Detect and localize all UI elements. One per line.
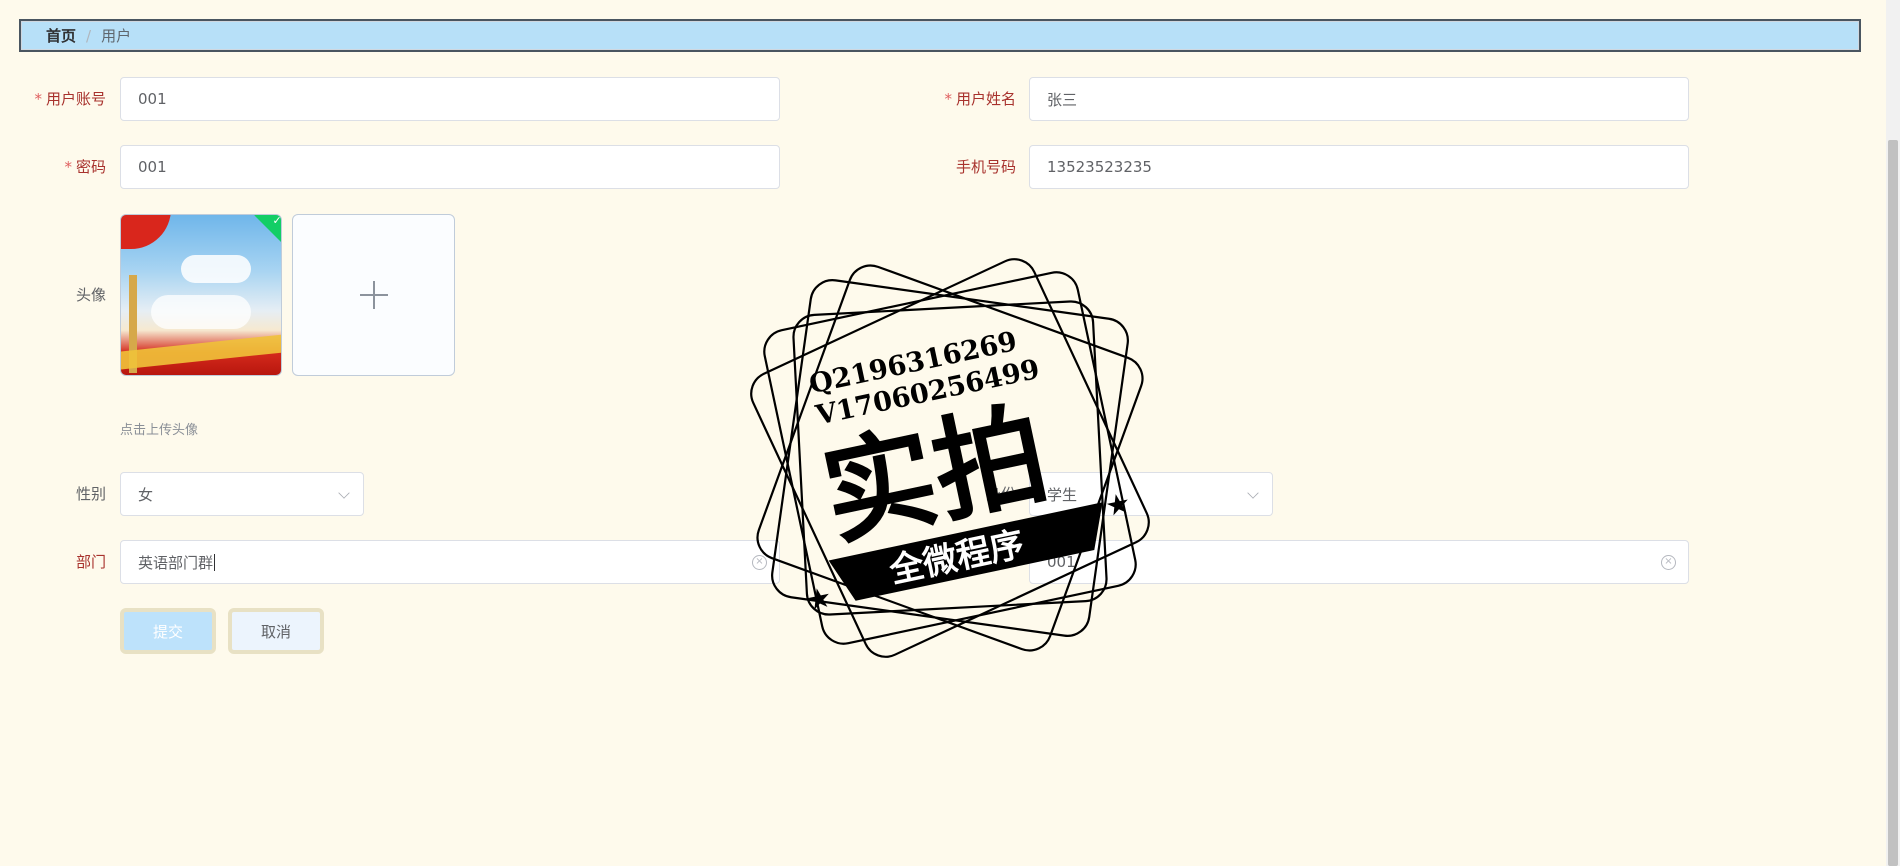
password-input[interactable]: 001 (120, 145, 780, 189)
password-label: * 密码 (64, 158, 106, 176)
star-icon: ★ (1102, 486, 1133, 523)
clear-icon[interactable]: × (1661, 555, 1676, 570)
thumb-ribbon (121, 334, 281, 370)
phone-input[interactable]: 13523523235 (1029, 145, 1689, 189)
gender-select[interactable]: 女 (120, 472, 364, 516)
upload-success-badge: ✓ (254, 214, 282, 244)
department-input[interactable]: 英语部门群 × (120, 540, 780, 584)
avatar-label: 头像 (75, 286, 106, 304)
name-input[interactable]: 张三 (1029, 77, 1689, 121)
plus-icon (359, 281, 388, 309)
gender-label: 性别 (75, 485, 106, 503)
chevron-down-icon (1247, 487, 1259, 499)
avatar-thumbnail[interactable]: ✓ (120, 214, 282, 376)
name-label: * 用户姓名 (944, 90, 1016, 108)
department-label: 部门 (75, 553, 106, 571)
thumb-flag (121, 215, 171, 249)
account-label: * 用户账号 (34, 90, 106, 108)
check-icon: ✓ (272, 214, 282, 227)
avatar-upload-button[interactable] (292, 214, 455, 376)
avatar-hint: 点击上传头像 (120, 423, 199, 438)
account-input[interactable]: 001 (120, 77, 780, 121)
breadcrumb-current: 用户 (101, 27, 132, 45)
thumb-cloud (151, 295, 251, 329)
cancel-button[interactable]: 取消 (228, 608, 324, 654)
watermark-stamp: Q2196316269 V17060256499 实拍 全微程序 ★ ★ (750, 258, 1150, 658)
star-icon: ★ (803, 580, 834, 617)
page-scrollbar[interactable] (1886, 0, 1900, 866)
breadcrumb-separator: / (86, 26, 92, 45)
breadcrumb: 首页 / 用户 (19, 19, 1861, 52)
breadcrumb-home[interactable]: 首页 (46, 25, 76, 46)
thumb-cloud (181, 255, 251, 283)
submit-button[interactable]: 提交 (120, 608, 216, 654)
chevron-down-icon (338, 487, 350, 499)
phone-label: 手机号码 (955, 158, 1016, 176)
text-caret (214, 553, 216, 571)
scroll-thumb[interactable] (1888, 140, 1898, 866)
